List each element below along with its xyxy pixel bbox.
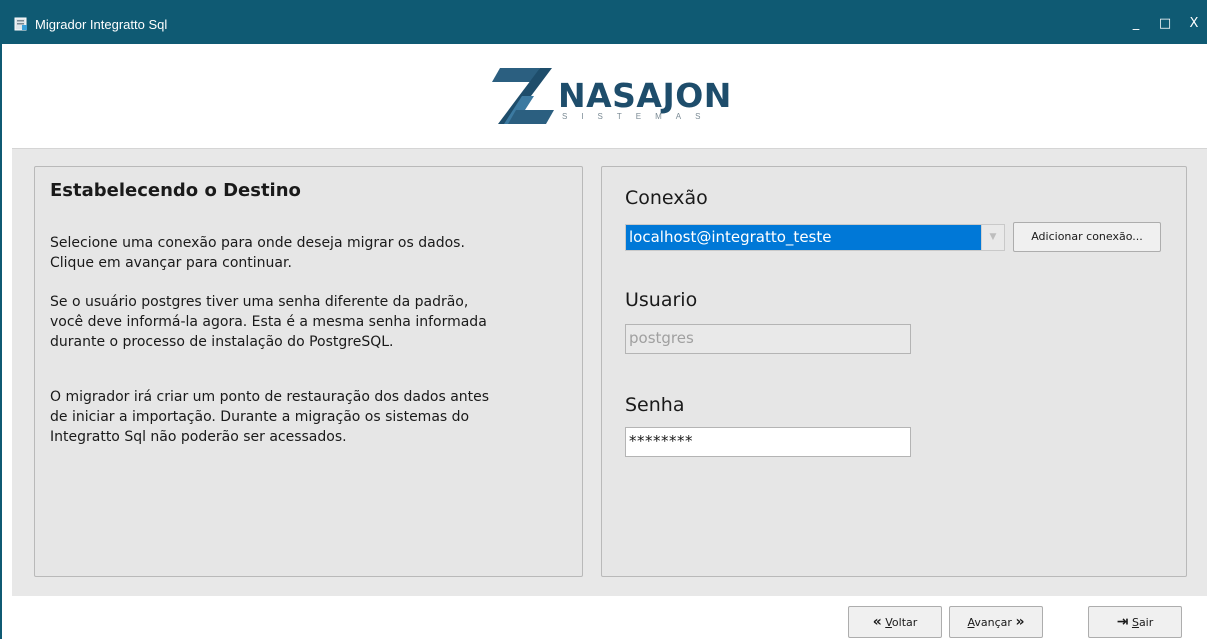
logo-name: NASAJON [558, 76, 732, 115]
next-button-label: vançar [974, 616, 1012, 629]
instruction-paragraph-3: O migrador irá criar um ponto de restaur… [50, 389, 490, 445]
title-bar[interactable]: Migrador Integratto Sql _ □ X [2, 0, 1207, 44]
back-button[interactable]: « Voltar [848, 606, 942, 638]
app-icon [14, 17, 27, 31]
exit-button[interactable]: ⇥ Sair [1088, 606, 1182, 638]
double-chevron-left-icon: « [872, 614, 882, 630]
senha-label: Senha [625, 394, 685, 416]
instructions-panel: Estabelecendo o Destino Selecione uma co… [34, 166, 583, 577]
add-connection-button[interactable]: Adicionar conexão... [1013, 222, 1161, 252]
dropdown-arrow-icon[interactable]: ▼ [981, 225, 1004, 250]
conexao-select[interactable]: localhost@integratto_teste ▼ [625, 224, 1005, 251]
conexao-label: Conexão [625, 187, 708, 209]
step-title: Estabelecendo o Destino [50, 180, 301, 201]
senha-field[interactable]: ******** [625, 427, 911, 457]
connection-panel: Conexão localhost@integratto_teste ▼ Adi… [601, 166, 1187, 577]
maximize-icon[interactable]: □ [1155, 14, 1175, 34]
company-logo: NASAJON SISTEMAS [492, 66, 742, 130]
header-logo-area: NASAJON SISTEMAS [4, 44, 1207, 148]
instruction-paragraph-2: Se o usuário postgres tiver uma senha di… [50, 294, 487, 350]
close-icon[interactable]: X [1184, 14, 1204, 34]
double-chevron-right-icon: » [1015, 614, 1025, 630]
logo-subtitle: SISTEMAS [562, 112, 715, 121]
usuario-field: postgres [625, 324, 911, 354]
usuario-label: Usuario [625, 289, 698, 311]
nasajon-logo-mark [492, 68, 554, 124]
app-window: Migrador Integratto Sql _ □ X NASAJON SI… [0, 0, 1207, 639]
next-button[interactable]: Avançar » [949, 606, 1043, 638]
back-button-label: oltar [891, 616, 918, 629]
conexao-selected-value: localhost@integratto_teste [629, 228, 832, 246]
footer-bar: « Voltar Avançar » ⇥ Sair [4, 596, 1207, 639]
exit-button-mnemonic: S [1131, 616, 1139, 629]
minimize-icon[interactable]: _ [1126, 14, 1146, 34]
window-title: Migrador Integratto Sql [35, 17, 168, 32]
exit-button-label: air [1138, 616, 1154, 629]
instruction-paragraph-1: Selecione uma conexão para onde deseja m… [50, 235, 465, 271]
exit-icon: ⇥ [1116, 614, 1129, 630]
back-button-mnemonic: V [885, 616, 892, 629]
